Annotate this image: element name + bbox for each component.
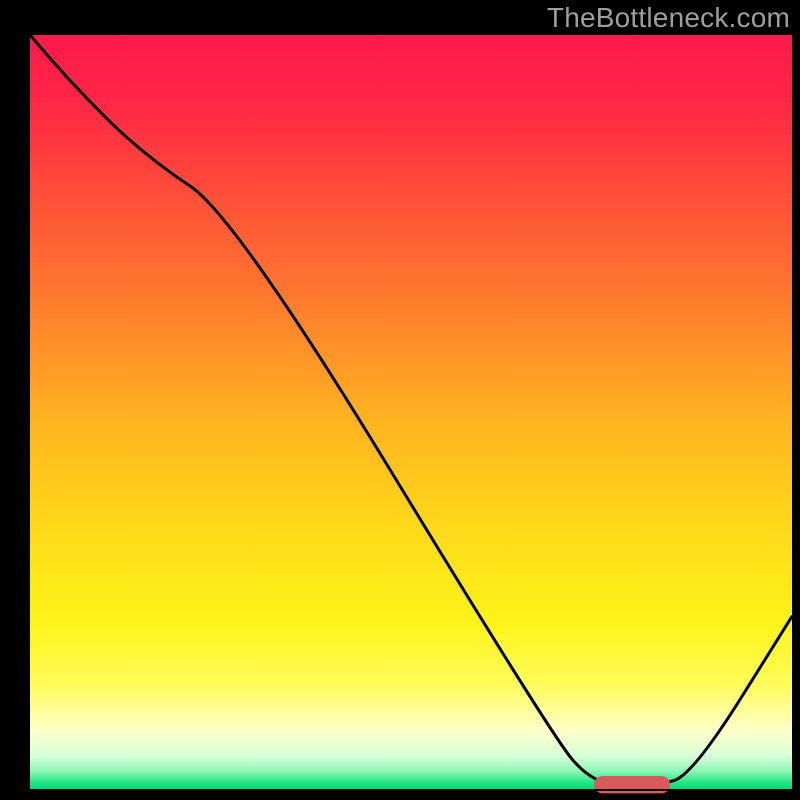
bottleneck-chart	[0, 0, 800, 800]
plot-background	[30, 35, 792, 790]
chart-container: { "watermark": "TheBottleneck.com", "cha…	[0, 0, 800, 800]
watermark-text: TheBottleneck.com	[547, 2, 790, 34]
